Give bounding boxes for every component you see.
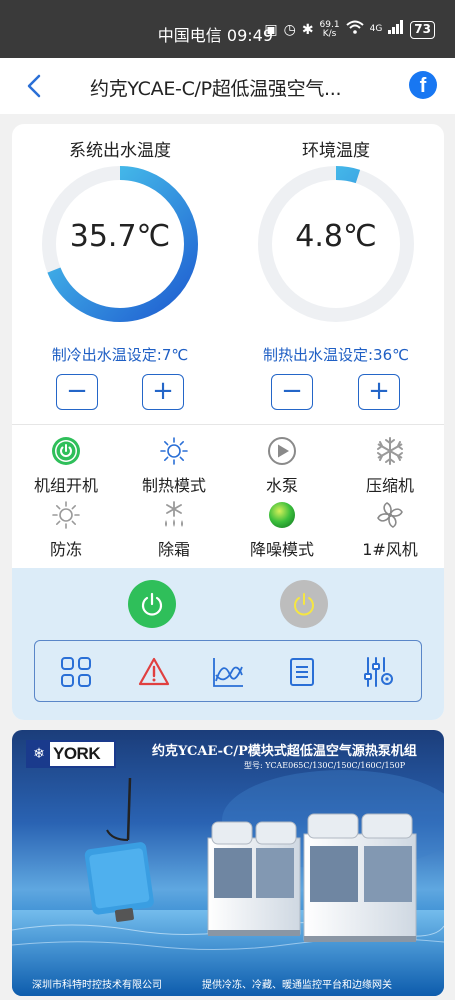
status-defrost: 除霜 [120, 500, 228, 560]
grid-menu-icon[interactable] [59, 655, 93, 689]
status-heating: 制热模式 [120, 436, 228, 496]
brand-name: YORK [53, 744, 101, 763]
status-label: 防冻 [49, 540, 82, 559]
defrost-icon [120, 500, 228, 530]
alarm-warning-icon[interactable] [137, 655, 171, 689]
bluetooth-icon: ✱ [301, 21, 314, 38]
list-document-icon[interactable] [285, 655, 319, 689]
status-pump: 水泵 [228, 436, 336, 496]
back-icon[interactable] [22, 72, 48, 100]
green-dot-icon [228, 500, 336, 530]
setpoint-label: 制冷出水温设定:7℃ [51, 346, 189, 364]
decrease-button[interactable]: − [56, 374, 98, 410]
dashboard-card: 系统出水温度 35.7℃ 制冷出水温设定:7℃ − + 环境温度 4.8℃ 制热… [12, 124, 444, 720]
increase-button[interactable]: + [358, 374, 400, 410]
status-label: 机组开机 [33, 476, 98, 495]
status-fan: 1#风机 [336, 500, 444, 560]
power-off-button[interactable] [280, 580, 328, 628]
signal-type: 4G [369, 24, 383, 34]
banner-company: 深圳市科特时控技术有限公司 [32, 980, 162, 991]
status-antifreeze: 防冻 [12, 500, 120, 560]
status-label: 水泵 [265, 476, 298, 495]
gauge-value: 4.8℃ [295, 219, 377, 254]
app-header: 约克YCAE-C/P超低温强空气... f [0, 58, 455, 114]
chart-curve-icon[interactable] [211, 655, 245, 689]
gauge-label: 环境温度 [302, 141, 370, 161]
carrier-time: 中国电信 09:49 [157, 26, 273, 45]
nfc-icon: ▣ [264, 21, 278, 38]
increase-button[interactable]: + [142, 374, 184, 410]
net-speed-unit: K/s [322, 28, 337, 39]
net-speed: 69.1 K/s [320, 20, 340, 39]
status-icons: ▣ ◷ ✱ 69.1 K/s 4G 73 [264, 20, 435, 39]
banner-title: 约克YCAE-C/P模块式超低温空气源热泵机组 [152, 744, 417, 759]
status-label: 降噪模式 [249, 540, 314, 559]
status-label: 压缩机 [365, 476, 414, 495]
status-bar: 中国电信 09:49 ▣ ◷ ✱ 69.1 K/s 4G 73 [0, 0, 455, 58]
banner-slogan: 提供冷冻、冷藏、暖通监控平台和边缘网关 [202, 980, 392, 991]
toolbar [34, 640, 422, 702]
status-unit-on: 机组开机 [12, 436, 120, 496]
status-noise-reduction: 降噪模式 [228, 500, 336, 560]
gauge-label: 系统出水温度 [69, 141, 171, 161]
banner-model: 型号: YCAE065C/130C/150C/160C/150P [244, 761, 406, 770]
power-on-button[interactable] [128, 580, 176, 628]
divider [12, 424, 444, 425]
setpoint-label: 制热出水温设定:36℃ [263, 346, 409, 364]
wifi-icon [345, 20, 364, 39]
signal-icon [388, 20, 404, 39]
settings-sliders-icon[interactable] [361, 655, 395, 689]
control-panel [12, 568, 444, 720]
status-label: 除霜 [157, 540, 190, 559]
gauge-value: 35.7℃ [69, 219, 171, 254]
power-on-icon [12, 436, 120, 466]
snowflake-logo-icon: ❄ [28, 742, 50, 766]
alarm-icon: ◷ [283, 21, 296, 38]
status-label: 制热模式 [141, 476, 206, 495]
decrease-button[interactable]: − [271, 374, 313, 410]
status-label: 1#风机 [362, 540, 418, 559]
battery-icon: 73 [410, 20, 435, 39]
product-banner[interactable]: ❄ YORK 约克YCAE-C/P模块式超低温空气源热泵机组 型号: YCAE0… [12, 730, 444, 996]
fan-icon [336, 500, 444, 530]
brand-logo: ❄ YORK [26, 740, 116, 768]
play-icon [228, 436, 336, 466]
snowflake-icon [336, 436, 444, 466]
sun-icon [120, 436, 228, 466]
status-compressor: 压缩机 [336, 436, 444, 496]
share-button[interactable]: f [409, 71, 437, 99]
sun-outline-icon [12, 500, 120, 530]
page-title: 约克YCAE-C/P超低温强空气... [90, 78, 342, 100]
